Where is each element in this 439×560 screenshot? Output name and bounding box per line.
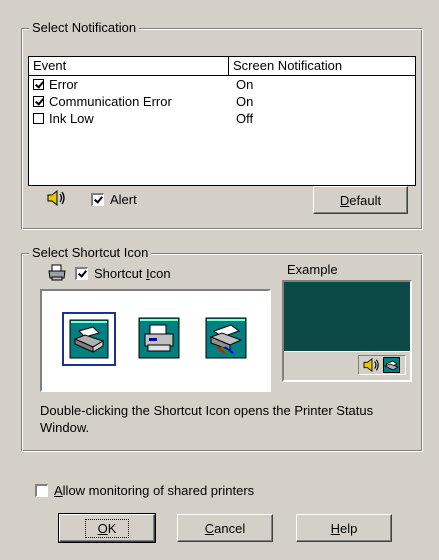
example-tray (358, 355, 406, 375)
column-header-event[interactable]: Event (29, 57, 229, 75)
event-label: Ink Low (49, 111, 94, 126)
allow-monitoring-checkbox[interactable] (35, 484, 48, 497)
alert-checkbox[interactable] (91, 193, 104, 206)
example-taskbar (284, 351, 410, 380)
notification-value: On (236, 77, 254, 92)
alert-label: Alert (110, 192, 137, 207)
select-shortcut-icon-title: Select Shortcut Icon (29, 245, 152, 261)
printer-icon (48, 264, 66, 281)
list-item-ink-low[interactable]: Ink Low Off (29, 110, 415, 127)
printer-icon (69, 319, 109, 359)
event-label: Error (49, 77, 78, 92)
speaker-icon (363, 357, 379, 373)
help-button[interactable]: Help (296, 514, 392, 542)
shortcut-icon-option-2[interactable] (138, 317, 182, 361)
notification-value: Off (236, 111, 254, 126)
shortcut-icon-checkbox-row[interactable]: Shortcut Icon (75, 266, 171, 281)
ink-low-checkbox[interactable] (33, 113, 44, 124)
speaker-icon (47, 189, 65, 207)
select-notification-title: Select Notification (29, 20, 140, 36)
printer-icon (205, 317, 247, 359)
printer-icon (383, 357, 400, 373)
alert-checkbox-row[interactable]: Alert (91, 192, 137, 207)
cancel-button[interactable]: Cancel (177, 514, 273, 542)
communication-error-checkbox[interactable] (33, 96, 44, 107)
printer-icon (138, 317, 180, 359)
allow-monitoring-label: Allow monitoring of shared printers (54, 483, 255, 498)
default-button[interactable]: Default (313, 186, 408, 214)
shortcut-icon-option-1[interactable] (62, 312, 116, 366)
list-item-communication-error[interactable]: Communication Error On (29, 93, 415, 110)
shortcut-description: Double-clicking the Shortcut Icon opens … (40, 403, 374, 435)
example-label: Example (287, 262, 338, 277)
notification-value: On (236, 94, 254, 109)
shortcut-icon-checkbox[interactable] (75, 267, 88, 280)
shortcut-icon-label: Shortcut Icon (94, 266, 171, 281)
shortcut-icon-option-3[interactable] (205, 317, 249, 361)
error-checkbox[interactable] (33, 79, 44, 90)
example-preview (282, 280, 412, 382)
column-header-screen-notification[interactable]: Screen Notification (229, 57, 413, 75)
event-list[interactable]: Event Screen Notification Error On Commu… (28, 56, 416, 186)
ok-button[interactable]: OK (58, 513, 156, 543)
event-list-header: Event Screen Notification (29, 57, 415, 76)
event-label: Communication Error (49, 94, 172, 109)
allow-monitoring-row[interactable]: Allow monitoring of shared printers (35, 483, 254, 498)
list-item-error[interactable]: Error On (29, 76, 415, 93)
